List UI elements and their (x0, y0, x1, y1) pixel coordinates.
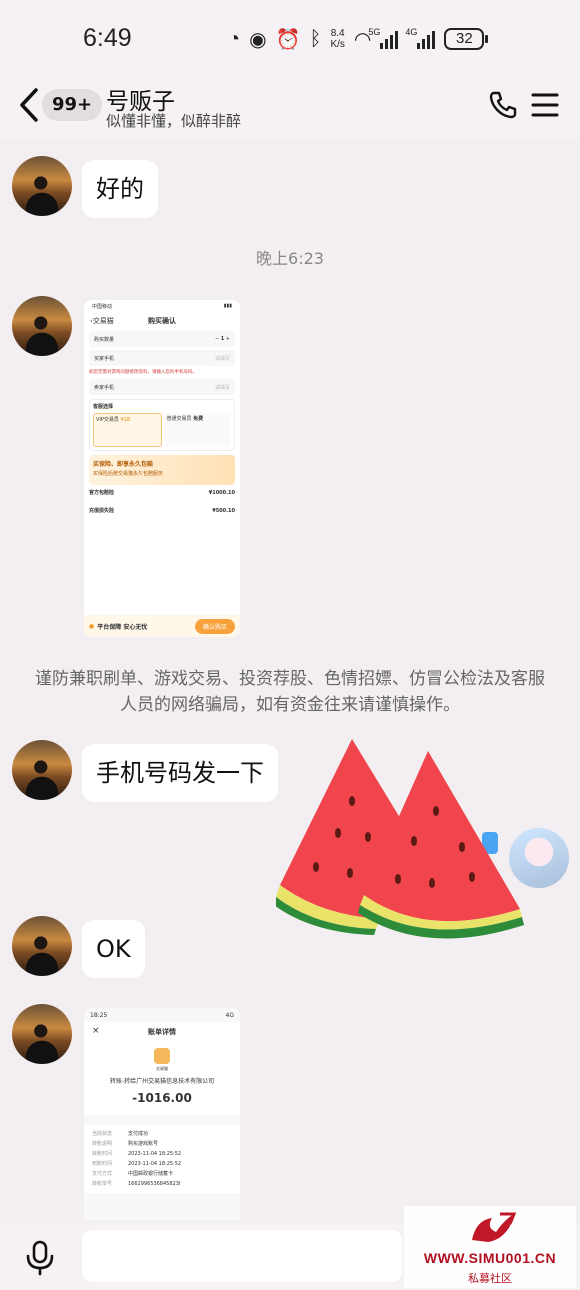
bill-amount: -1016.00 (132, 1091, 192, 1105)
contact-avatar[interactable] (12, 296, 72, 356)
watermark-name: 私募社区 (468, 1272, 512, 1285)
time-divider: 晚上6:23 (256, 249, 324, 268)
insurance-promo: 买保险、即享永久包赔 买保险后赠交易猫永久包赔服务 (89, 455, 235, 485)
image-message-bill-screenshot[interactable]: 18:25 4G × 账单详情 交易猫 转账-转给广州交易猫信息技术有限公司 -1… (84, 1008, 240, 1220)
insurance-price: ¥1000.10 (208, 490, 235, 496)
service-label: 客服选择 (93, 404, 114, 410)
purchase-title: 购买确认 (148, 317, 176, 325)
detail-row: 转账单号 1662996536845823I (92, 1181, 181, 1187)
phone-placeholder: 请填写 (214, 384, 230, 391)
detail-row: 到账时间 2023-11-04 18:25:52 (92, 1161, 182, 1167)
message-input[interactable] (82, 1230, 402, 1282)
message-bubble[interactable]: OK (82, 920, 145, 978)
eye-icon: ◉ (249, 28, 267, 51)
signal-icon: ▮▮▮ (223, 303, 232, 309)
contact-avatar[interactable] (12, 1004, 72, 1064)
chat-header: 99+ 号贩子 似懂非懂，似醉非醉 (0, 70, 580, 140)
bill-title: 账单详情 (148, 1028, 176, 1036)
watermark-site: WWW.SIMU001.CN (423, 1250, 557, 1266)
signal-5g-icon: 5G (368, 27, 399, 49)
watermelon-sticker[interactable] (276, 735, 526, 945)
speed-value: 8.4 (330, 28, 345, 39)
insurance2-price: ¥500.10 (212, 508, 235, 514)
network-4g-label: 4G (405, 27, 418, 37)
network-speed: 8.4 K/s (330, 28, 344, 50)
quantity-stepper: − 1 + (214, 336, 230, 342)
bill-details: 当前状态 支付成功 转账说明 购买游戏账号 转账时间 2023-11-04 18:25… (84, 1125, 240, 1193)
normal-service: 普通交易员 (166, 416, 192, 422)
cat-logo-icon: ● (89, 622, 95, 630)
promo-subtitle: 买保险后赠交易猫永久包赔服务 (93, 471, 164, 477)
microphone-icon[interactable] (24, 1240, 56, 1276)
battery-icon: 32 (444, 28, 489, 50)
fraud-warning-notice: 谨防兼职刷单、游戏交易、投资荐股、色情招嫖、仿冒公检法及客服人员的网络骗局，如有… (35, 669, 545, 715)
site-watermark: WWW.SIMU001.CN 私募社区 (404, 1206, 576, 1288)
unread-count-badge[interactable]: 99+ (42, 89, 103, 121)
vip-service: VIP交易员 (96, 417, 119, 423)
contact-avatar[interactable] (12, 916, 72, 976)
status-icons: ◔ ◉ ⏰ ᛒ 8.4 K/s ◠ 5G 4G 32 (228, 24, 489, 54)
message-bubble[interactable]: 好的 (82, 160, 158, 218)
signal-4g-icon: 4G (405, 27, 436, 49)
merchant-logo-text: 交易猫 (156, 1066, 168, 1071)
screenshot-time: 18:25 (90, 1012, 108, 1019)
detail-row: 转账时间 2023-11-04 18:25:52 (92, 1151, 182, 1157)
detail-row: 支付方式 中国邮政银行储蓄卡 (92, 1171, 174, 1177)
contact-avatar[interactable] (12, 740, 72, 800)
my-avatar[interactable] (509, 828, 569, 888)
menu-icon[interactable] (531, 92, 559, 118)
status-time: 6:49 (83, 24, 132, 52)
contact-signature: 似懂非懂，似醉非醉 (106, 112, 242, 130)
purchase-footer: ● 平台保障 安心无忧 确认购买 (84, 615, 240, 637)
buy-button: 确认购买 (194, 618, 235, 634)
merchant-name: 转账-转给广州交易猫信息技术有限公司 (109, 1078, 215, 1085)
insurance-title: 官方包赔险 (89, 490, 115, 496)
speedometer-icon: ◔ (228, 27, 241, 50)
speed-unit: K/s (330, 39, 345, 50)
phone-call-icon[interactable] (488, 90, 518, 120)
bluetooth-icon: ᛒ (309, 27, 322, 50)
back-arrow-icon[interactable] (16, 86, 42, 124)
phone-placeholder: 请填写 (214, 355, 230, 362)
merchant-logo (154, 1048, 170, 1064)
contact-avatar[interactable] (12, 156, 72, 216)
insurance2-title: 充值损失险 (89, 508, 115, 514)
warning-text: 如您无需对游戏问题修改资料，请输入您的手机号码。 (89, 370, 197, 375)
alarm-icon: ⏰ (275, 28, 301, 51)
message-bubble[interactable]: 手机号码发一下 (82, 744, 278, 802)
carrier-label: 中国移动 (92, 304, 113, 310)
status-bar: 6:49 ◔ ◉ ⏰ ᛒ 8.4 K/s ◠ 5G 4G 32 (0, 0, 580, 70)
promo-title: 买保险、即享永久包赔 (93, 461, 154, 468)
service-selection: 客服选择 VIP交易员 ¥18 普通交易员 免费 (89, 399, 235, 451)
detail-row: 当前状态 支付成功 (92, 1131, 149, 1137)
quantity-label: 购买数量 (94, 336, 115, 343)
network-5g-label: 5G (368, 27, 381, 37)
detail-row: 转账说明 购买游戏账号 (92, 1141, 159, 1147)
seller-phone-label: 卖家手机 (94, 384, 115, 391)
normal-price: 免费 (193, 416, 204, 422)
footer-label: 平台保障 安心无忧 (97, 623, 148, 631)
screenshot-network: 4G (225, 1012, 234, 1019)
simu-logo-icon (472, 1212, 517, 1242)
vip-price: ¥18 (120, 417, 131, 423)
buyer-phone-label: 买家手机 (94, 355, 115, 362)
image-message-purchase-screenshot[interactable]: 中国移动 ▮▮▮ ‹交易猫 购买确认 购买数量 − 1 + 买家手机 请填写 如您无需… (84, 300, 240, 637)
